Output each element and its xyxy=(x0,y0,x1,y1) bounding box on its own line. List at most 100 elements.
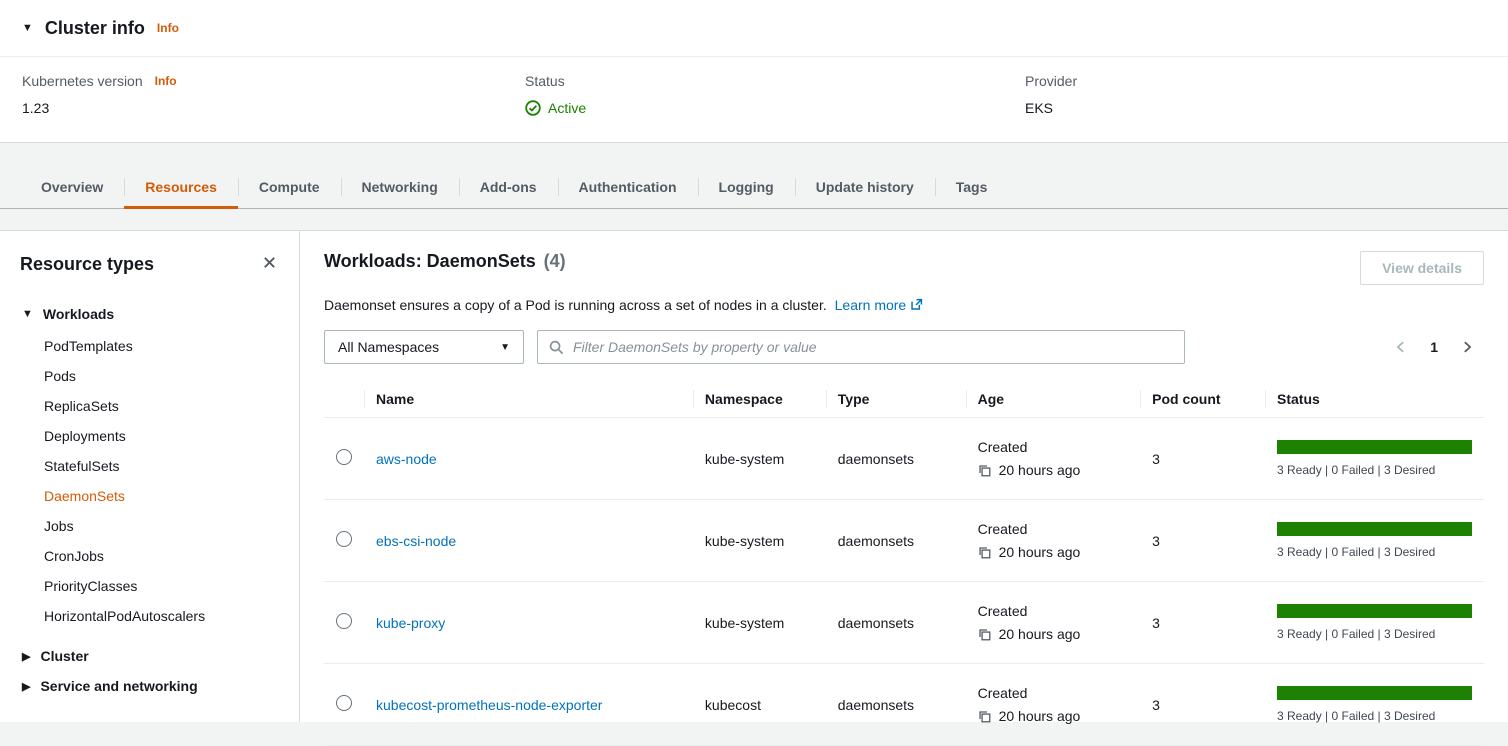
row-select-radio[interactable] xyxy=(336,613,352,629)
sidebar-item-horizontalpodautoscalers[interactable]: HorizontalPodAutoscalers xyxy=(44,601,279,631)
table-row: kube-proxy kube-system daemonsets Create… xyxy=(324,582,1484,664)
column-header-pod-count[interactable]: Pod count xyxy=(1140,381,1265,418)
resources-content: Resource types ▼ Workloads PodTemplates … xyxy=(0,230,1508,722)
sidebar-item-pods[interactable]: Pods xyxy=(44,361,279,391)
next-page-icon[interactable] xyxy=(1458,338,1476,356)
view-details-button[interactable]: View details xyxy=(1360,251,1484,285)
pod-count-cell: 3 xyxy=(1140,582,1265,664)
status-bar xyxy=(1277,604,1472,618)
age-created-label: Created xyxy=(978,685,1129,701)
status-bar xyxy=(1277,686,1472,700)
check-circle-icon xyxy=(525,100,541,116)
tab-tags[interactable]: Tags xyxy=(935,166,1009,208)
current-page[interactable]: 1 xyxy=(1430,339,1438,355)
external-link-icon[interactable] xyxy=(910,298,923,311)
copy-icon[interactable] xyxy=(978,464,991,477)
status-label: Status xyxy=(525,73,1025,89)
search-input[interactable] xyxy=(573,339,1173,355)
copy-icon[interactable] xyxy=(978,628,991,641)
tab-add-ons[interactable]: Add-ons xyxy=(459,166,558,208)
namespace-filter-value: All Namespaces xyxy=(338,339,439,355)
daemonset-name-link[interactable]: kube-proxy xyxy=(376,615,445,631)
tab-compute[interactable]: Compute xyxy=(238,166,341,208)
learn-more-link[interactable]: Learn more xyxy=(835,297,907,313)
collapse-caret-icon[interactable]: ▼ xyxy=(22,22,33,34)
copy-icon[interactable] xyxy=(978,710,991,723)
namespace-filter-dropdown[interactable]: All Namespaces ▼ xyxy=(324,330,524,364)
table-row: kubecost-prometheus-node-exporter kubeco… xyxy=(324,664,1484,746)
status-cell: 3 Ready | 0 Failed | 3 Desired xyxy=(1265,418,1484,500)
daemonsets-search-box xyxy=(537,330,1185,364)
kubernetes-version-info-link[interactable]: Info xyxy=(155,74,177,88)
column-header-name[interactable]: Name xyxy=(364,381,693,418)
tab-networking[interactable]: Networking xyxy=(341,166,459,208)
daemonset-name-link[interactable]: aws-node xyxy=(376,451,437,467)
row-count: (4) xyxy=(544,251,566,271)
daemonset-name-link[interactable]: ebs-csi-node xyxy=(376,533,456,549)
resource-type-tree: ▼ Workloads PodTemplates Pods ReplicaSet… xyxy=(20,299,279,701)
info-link[interactable]: Info xyxy=(157,21,179,35)
workloads-items: PodTemplates Pods ReplicaSets Deployment… xyxy=(44,331,279,631)
sidebar-item-podtemplates[interactable]: PodTemplates xyxy=(44,331,279,361)
age-value: 20 hours ago xyxy=(999,626,1081,642)
provider-value: EKS xyxy=(1025,100,1486,116)
row-select-radio[interactable] xyxy=(336,695,352,711)
kubernetes-version-field: Kubernetes version Info 1.23 xyxy=(22,73,525,116)
status-text: 3 Ready | 0 Failed | 3 Desired xyxy=(1277,463,1472,477)
panel-title: Workloads: DaemonSets xyxy=(324,251,536,271)
copy-icon[interactable] xyxy=(978,546,991,559)
tree-group-service-and-networking[interactable]: ▶ Service and networking xyxy=(20,671,279,701)
tab-resources[interactable]: Resources xyxy=(124,166,238,208)
table-row: aws-node kube-system daemonsets Created … xyxy=(324,418,1484,500)
previous-page-icon[interactable] xyxy=(1392,338,1410,356)
status-bar xyxy=(1277,522,1472,536)
status-value: Active xyxy=(548,100,586,116)
caret-right-icon: ▶ xyxy=(22,680,30,693)
sidebar-item-daemonsets[interactable]: DaemonSets xyxy=(44,481,279,511)
sidebar-item-priorityclasses[interactable]: PriorityClasses xyxy=(44,571,279,601)
select-column-header xyxy=(324,381,364,418)
daemonsets-table: Name Namespace Type Age Pod count Status… xyxy=(324,381,1484,746)
column-header-age[interactable]: Age xyxy=(966,381,1141,418)
sidebar-item-jobs[interactable]: Jobs xyxy=(44,511,279,541)
row-select-radio[interactable] xyxy=(336,531,352,547)
sidebar-item-statefulsets[interactable]: StatefulSets xyxy=(44,451,279,481)
search-icon xyxy=(549,340,564,355)
tree-group-label: Cluster xyxy=(40,648,88,664)
tree-group-cluster[interactable]: ▶ Cluster xyxy=(20,641,279,671)
daemonset-name-link[interactable]: kubecost-prometheus-node-exporter xyxy=(376,697,602,713)
tab-authentication[interactable]: Authentication xyxy=(558,166,698,208)
tab-overview[interactable]: Overview xyxy=(20,166,124,208)
namespace-cell: kubecost xyxy=(693,664,826,746)
close-icon[interactable] xyxy=(260,253,279,275)
age-created-label: Created xyxy=(978,603,1129,619)
type-cell: daemonsets xyxy=(826,500,966,582)
tree-group-label: Workloads xyxy=(43,306,114,322)
sidebar-item-cronjobs[interactable]: CronJobs xyxy=(44,541,279,571)
sidebar-item-deployments[interactable]: Deployments xyxy=(44,421,279,451)
table-row: ebs-csi-node kube-system daemonsets Crea… xyxy=(324,500,1484,582)
column-header-namespace[interactable]: Namespace xyxy=(693,381,826,418)
daemonsets-panel: Workloads: DaemonSets (4) View details D… xyxy=(300,231,1508,722)
panel-description: Daemonset ensures a copy of a Pod is run… xyxy=(324,297,827,313)
status-bar xyxy=(1277,440,1472,454)
type-cell: daemonsets xyxy=(826,664,966,746)
section-title: Cluster info xyxy=(45,18,145,39)
status-text: 3 Ready | 0 Failed | 3 Desired xyxy=(1277,627,1472,641)
cluster-info-header: ▼ Cluster info Info xyxy=(0,0,1508,57)
tab-update-history[interactable]: Update history xyxy=(795,166,935,208)
kubernetes-version-value: 1.23 xyxy=(22,100,525,116)
column-header-type[interactable]: Type xyxy=(826,381,966,418)
status-text: 3 Ready | 0 Failed | 3 Desired xyxy=(1277,709,1472,723)
cluster-info-fields: Kubernetes version Info 1.23 Status Acti… xyxy=(0,57,1508,142)
pod-count-cell: 3 xyxy=(1140,418,1265,500)
column-header-status[interactable]: Status xyxy=(1265,381,1484,418)
provider-label: Provider xyxy=(1025,73,1486,89)
tab-logging[interactable]: Logging xyxy=(698,166,795,208)
age-created-label: Created xyxy=(978,521,1129,537)
row-select-radio[interactable] xyxy=(336,449,352,465)
tree-group-workloads[interactable]: ▼ Workloads xyxy=(20,299,279,329)
sidebar-item-replicasets[interactable]: ReplicaSets xyxy=(44,391,279,421)
age-cell: Created 20 hours ago xyxy=(966,582,1141,664)
resource-types-sidebar: Resource types ▼ Workloads PodTemplates … xyxy=(0,231,300,722)
